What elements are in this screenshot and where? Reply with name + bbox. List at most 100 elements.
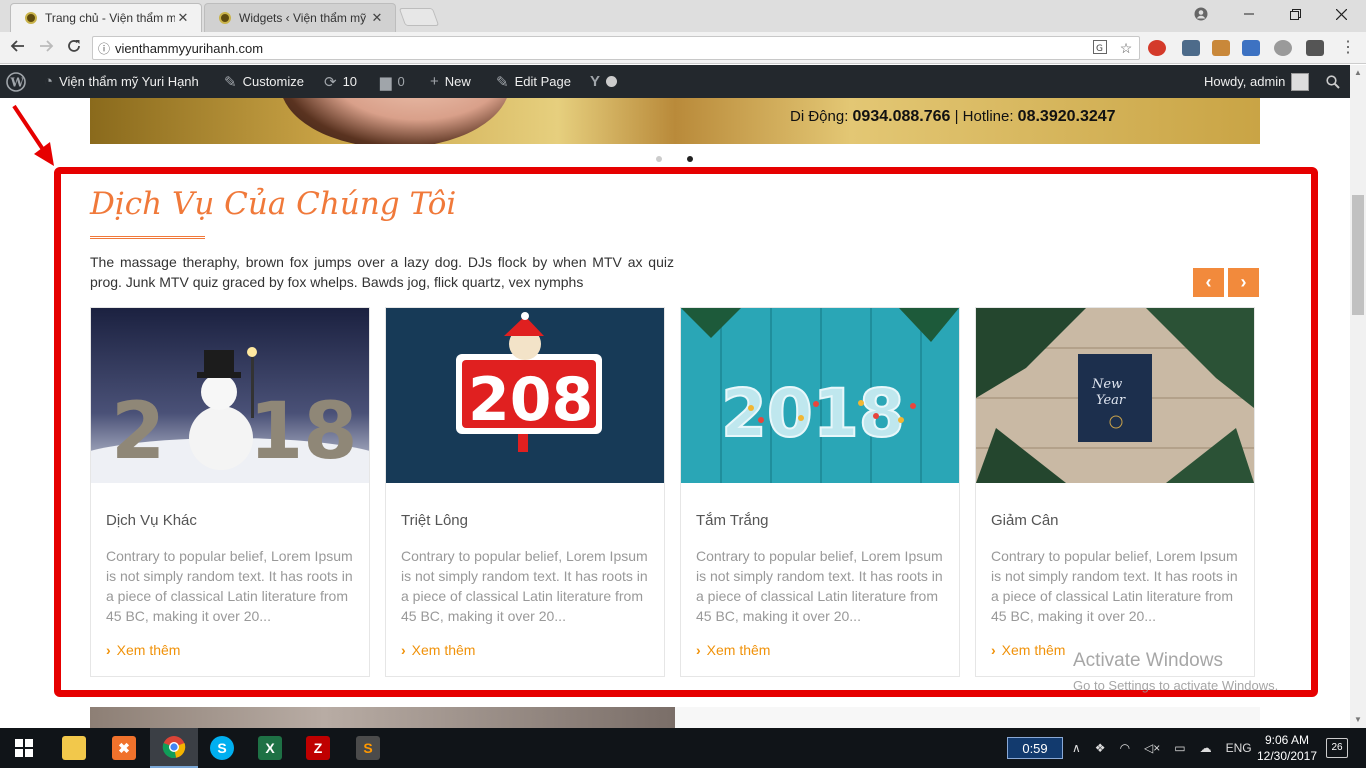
extension-icon[interactable] [1242,40,1260,56]
bookmark-star-icon[interactable]: ☆ [1113,40,1139,57]
read-more-link[interactable]: › Xem thêm [696,642,770,658]
onedrive-icon[interactable]: ☁ [1200,741,1212,755]
svg-text:New: New [1091,377,1122,392]
close-tab-icon[interactable]: ✕ [175,10,191,26]
scrollbar-thumb[interactable] [1352,195,1364,315]
howdy-label: Howdy, admin [1204,74,1286,89]
customize-link[interactable]: ✎ Customize [224,65,304,98]
chevron-right-icon: › [106,642,111,658]
sublime-text-button[interactable]: S [344,728,392,768]
service-title[interactable]: Triệt Lông [401,512,468,529]
read-more-label: Xem thêm [1001,642,1066,658]
service-title[interactable]: Giảm Cân [991,512,1059,529]
read-more-link[interactable]: › Xem thêm [991,642,1065,658]
service-thumbnail[interactable]: 2018 [681,308,959,483]
comments-link[interactable]: ▆ 0 [380,65,405,98]
slider-dot-active[interactable] [687,156,693,162]
tab-home[interactable]: Trang chủ - Viện thẩm m ✕ [10,3,202,32]
dropbox-icon[interactable]: ❖ [1095,741,1106,755]
yoast-seo-menu[interactable]: Y [590,65,618,98]
chevron-right-icon: › [401,642,406,658]
edit-page-link[interactable]: ✎ Edit Page [496,65,571,98]
service-thumbnail[interactable]: 2 18 [91,308,369,483]
updates-link[interactable]: ⟳ 10 [324,65,357,98]
cast-icon[interactable] [1306,40,1324,56]
excel-icon: X [258,736,282,760]
taskbar-clock[interactable]: 9:06 AM 12/30/2017 [1254,732,1320,764]
my-account-menu[interactable]: Howdy, admin [1204,65,1310,98]
watermark-line2: Go to Settings to activate Windows. [1073,678,1279,693]
service-card: 208 Triệt Lông Contrary to popular belie… [385,307,665,677]
battery-icon[interactable]: ▭ [1174,741,1185,755]
new-content-link[interactable]: + New [430,65,471,98]
chrome-icon [162,736,186,759]
edit-page-label: Edit Page [514,74,571,89]
service-excerpt: Contrary to popular belief, Lorem Ipsum … [106,548,353,624]
search-icon[interactable] [1326,65,1340,98]
slider-dot[interactable] [656,156,662,162]
site-info-icon[interactable]: ⓘ [93,40,115,57]
restore-window-icon[interactable] [1272,0,1318,28]
slider-pagination [656,156,693,162]
file-explorer-button[interactable] [50,728,98,768]
scroll-down-icon[interactable]: ▼ [1350,712,1366,728]
action-center-icon[interactable]: 26 [1326,738,1348,758]
wordpress-logo-icon[interactable]: W [6,65,26,98]
site-favicon-icon [25,12,37,24]
profile-icon[interactable] [1178,0,1224,28]
site-name-link[interactable]: ◔ Viện thẩm mỹ Yuri Hạnh [44,65,199,98]
url-text[interactable]: vienthammyyurihanh.com [115,41,1087,56]
read-more-label: Xem thêm [411,642,476,658]
updates-count: 10 [342,74,358,89]
show-hidden-icons-icon[interactable]: ∧ [1072,741,1081,755]
close-tab-icon[interactable]: ✕ [369,10,385,26]
scroll-up-icon[interactable]: ▲ [1350,65,1366,81]
tab-widgets[interactable]: Widgets ‹ Viện thẩm mỹ ✕ [204,3,396,32]
forward-icon[interactable] [36,38,56,58]
filezilla-button[interactable]: Z [294,728,342,768]
wifi-icon[interactable]: ◠ [1120,741,1130,755]
back-icon[interactable] [8,38,28,58]
filezilla-icon: Z [306,736,330,760]
skype-button[interactable]: S [198,728,246,768]
menu-icon[interactable]: ⋮ [1338,38,1358,58]
reload-icon[interactable] [64,38,84,58]
chrome-button[interactable] [150,728,198,768]
new-tab-button[interactable] [398,8,440,26]
service-card: 2 18 Dịch Vụ Khác Contrary to popular be… [90,307,370,677]
service-thumbnail[interactable]: 208 [386,308,664,483]
read-more-link[interactable]: › Xem thêm [106,642,180,658]
service-title[interactable]: Tắm Trắng [696,512,769,529]
service-thumbnail[interactable]: New Year [976,308,1254,483]
close-window-icon[interactable] [1318,0,1364,28]
page-scrollbar[interactable]: ▲ ▼ [1350,65,1366,728]
skype-icon: S [210,736,234,760]
start-button[interactable] [0,728,48,768]
excel-button[interactable]: X [246,728,294,768]
avatar [1291,72,1310,91]
clock-date: 12/30/2017 [1256,749,1318,763]
carousel-next-button[interactable]: › [1228,268,1259,297]
language-indicator[interactable]: ENG [1226,741,1252,755]
next-section-image [90,707,675,728]
title-underline [90,236,205,239]
translate-icon[interactable]: G [1087,39,1113,57]
extension-icon[interactable] [1212,40,1230,56]
folder-icon [62,736,86,760]
xampp-button[interactable]: ✖ [100,728,148,768]
read-more-link[interactable]: › Xem thêm [401,642,475,658]
volume-muted-icon[interactable]: ◁× [1144,741,1160,755]
sublime-icon: S [356,736,380,760]
service-title[interactable]: Dịch Vụ Khác [106,512,197,529]
site-favicon-icon [219,12,231,24]
carousel-prev-button[interactable]: ‹ [1193,268,1224,297]
seo-status-dot [606,76,618,87]
eyedropper-icon[interactable] [1182,40,1200,56]
extension-icon[interactable] [1274,40,1292,56]
comments-count: 0 [397,74,405,89]
timer-widget[interactable]: 0:59 [1007,737,1063,759]
address-bar[interactable]: ⓘ vienthammyyurihanh.com G ☆ [92,36,1140,60]
extension-icon[interactable] [1148,40,1166,56]
minimize-window-icon[interactable] [1226,0,1272,28]
mobile-label: Di Động: [790,108,853,125]
